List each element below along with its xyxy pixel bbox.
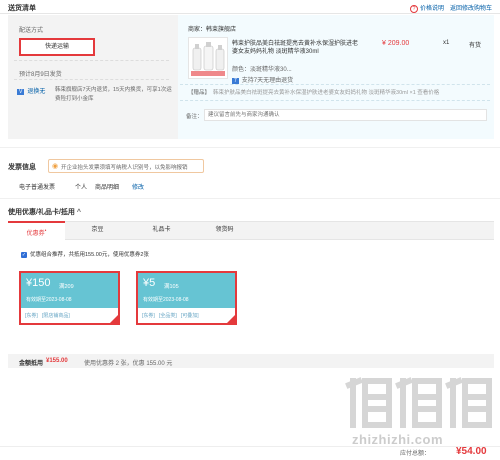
- coupon-amount: ¥5: [143, 277, 155, 289]
- invoice-edit-link[interactable]: 修改: [132, 182, 144, 191]
- page-title: 送货清单: [8, 5, 36, 12]
- shipping-time: 预计8月9日发货: [19, 72, 62, 78]
- coupon-value: 150: [32, 277, 51, 289]
- payable-amount: ¥54.00: [456, 446, 487, 457]
- express-shipping-button[interactable]: 快递运输: [19, 38, 95, 56]
- coupon-expiry: 有效期至2023-08-08: [143, 297, 189, 303]
- discount-tabs: 优惠券• 京豆 礼品卡 领货码: [8, 221, 494, 240]
- coupon-value: 5: [149, 277, 156, 289]
- combo-text: 优惠组合推荐，共抵用155.00元，使用优惠券2张: [30, 252, 149, 258]
- service-badge[interactable]: V 退换无: [17, 86, 45, 95]
- back-to-cart-link[interactable]: 返回修改购物车: [450, 3, 492, 12]
- invoice-title: 发票信息: [8, 164, 36, 171]
- remark-label: 备注：: [186, 114, 203, 120]
- lightbulb-icon: ◉: [52, 163, 59, 170]
- coupon-face: ¥150 满209 有效期至2023-08-08: [21, 273, 118, 308]
- help-icon: ?: [410, 5, 418, 13]
- summary-text: 使用优惠券 2 张，优惠 155.00 元: [84, 361, 173, 367]
- chevron-up-icon: ^: [76, 209, 81, 216]
- watermark-text: zhizhizhi.com: [352, 432, 443, 447]
- section-divider: [0, 147, 500, 148]
- coupon-face: ¥5 满105 有效期至2023-08-08: [138, 273, 235, 308]
- selected-check-icon: [227, 315, 235, 323]
- coupon-card[interactable]: ¥5 满105 有效期至2023-08-08 [东券] [全品类] [可叠加]: [136, 271, 237, 325]
- tab-redeem-code[interactable]: 领货码: [193, 222, 256, 239]
- product-bottles-icon: [191, 42, 225, 76]
- goods-divider: [180, 84, 490, 85]
- coupon-condition: 满209: [59, 284, 74, 290]
- shipping-divider: [14, 60, 169, 61]
- payable-label: 应付总额：: [400, 451, 431, 457]
- header-divider: [0, 13, 500, 14]
- selected-check-icon: [110, 315, 118, 323]
- product-price: ¥ 209.00: [382, 40, 410, 47]
- shop-name[interactable]: 商家：韩束旗舰店: [188, 24, 236, 33]
- discount-title-label: 使用优惠/礼品卡/抵用: [8, 209, 75, 216]
- coupon-tags-area: [东券] [全品类] [可叠加]: [138, 308, 235, 323]
- combo-recommend[interactable]: ✓ 优惠组合推荐，共抵用155.00元，使用优惠券2张: [21, 250, 149, 258]
- price-note-label: 价格说明: [420, 6, 445, 12]
- shipping-method-label: 配送方式: [19, 28, 44, 34]
- invoice-detail: 商品明细: [95, 185, 120, 191]
- coupon-tags: [东券] [限店铺商品]: [25, 313, 70, 319]
- coupon-card[interactable]: ¥150 满209 有效期至2023-08-08 [东券] [限店铺商品]: [19, 271, 120, 325]
- coupon-condition: 满105: [164, 284, 179, 290]
- invoice-tip-box: ◉ 开企业抬头发票须填写纳税人识别号，以免影响报销: [48, 159, 204, 173]
- product-name[interactable]: 韩束护肤品美白祛斑提亮去黄补水保湿护肤进老婆女友妈妈礼物 淡斑精华液30ml: [232, 40, 362, 56]
- dot-icon: •: [44, 228, 47, 234]
- gift-text[interactable]: 韩束护肤品美白祛斑提亮去黄补水保湿护肤进老婆女友妈妈礼物 淡斑精华液30ml ×…: [213, 88, 493, 96]
- price-note-link[interactable]: ? 价格说明: [410, 3, 444, 13]
- coupon-tags: [东券] [全品类] [可叠加]: [142, 313, 199, 319]
- service-badge-label: 退换无: [27, 89, 46, 95]
- discount-summary-bar: [8, 354, 494, 368]
- coupon-amount: ¥150: [26, 277, 50, 289]
- watermark-glyphs-icon: [345, 377, 492, 428]
- tab-gift-card[interactable]: 礼品卡: [130, 222, 193, 239]
- invoice-type: 电子普通发票: [19, 185, 56, 191]
- checkbox-checked-icon: ✓: [21, 251, 27, 258]
- product-qty: x1: [443, 40, 450, 46]
- summary-amount: ¥155.00: [46, 358, 68, 364]
- coupon-tags-area: [东券] [限店铺商品]: [21, 308, 118, 323]
- gift-label: 【赠品】: [188, 90, 211, 96]
- service-text: 韩束旗舰店7天内退货，15天内换货，可享1次运费险打到小金库: [55, 87, 172, 102]
- coupon-expiry: 有效期至2023-08-08: [26, 297, 72, 303]
- shipping-divider-2: [14, 79, 169, 80]
- summary-label: 金额抵用: [19, 361, 44, 367]
- invoice-person: 个人: [75, 185, 88, 191]
- remark-input[interactable]: [204, 109, 487, 121]
- product-color: 颜色：淡斑精华液30...: [232, 67, 292, 73]
- tab-coupons-label: 优惠券: [26, 231, 45, 237]
- discount-title[interactable]: 使用优惠/礼品卡/抵用 ^: [8, 207, 81, 217]
- section-divider-2: [0, 198, 500, 199]
- product-image[interactable]: [188, 37, 228, 79]
- tab-jingdou[interactable]: 京豆: [65, 222, 130, 239]
- product-stock: 有货: [469, 43, 482, 49]
- return-service: 7 支持7天无理由退货: [232, 75, 293, 84]
- shield-icon: V: [17, 89, 25, 95]
- goods-divider-2: [180, 100, 490, 101]
- invoice-tip-text: 开企业抬头发票须填写纳税人识别号，以免影响报销: [61, 165, 188, 171]
- tab-coupons[interactable]: 优惠券•: [8, 221, 65, 240]
